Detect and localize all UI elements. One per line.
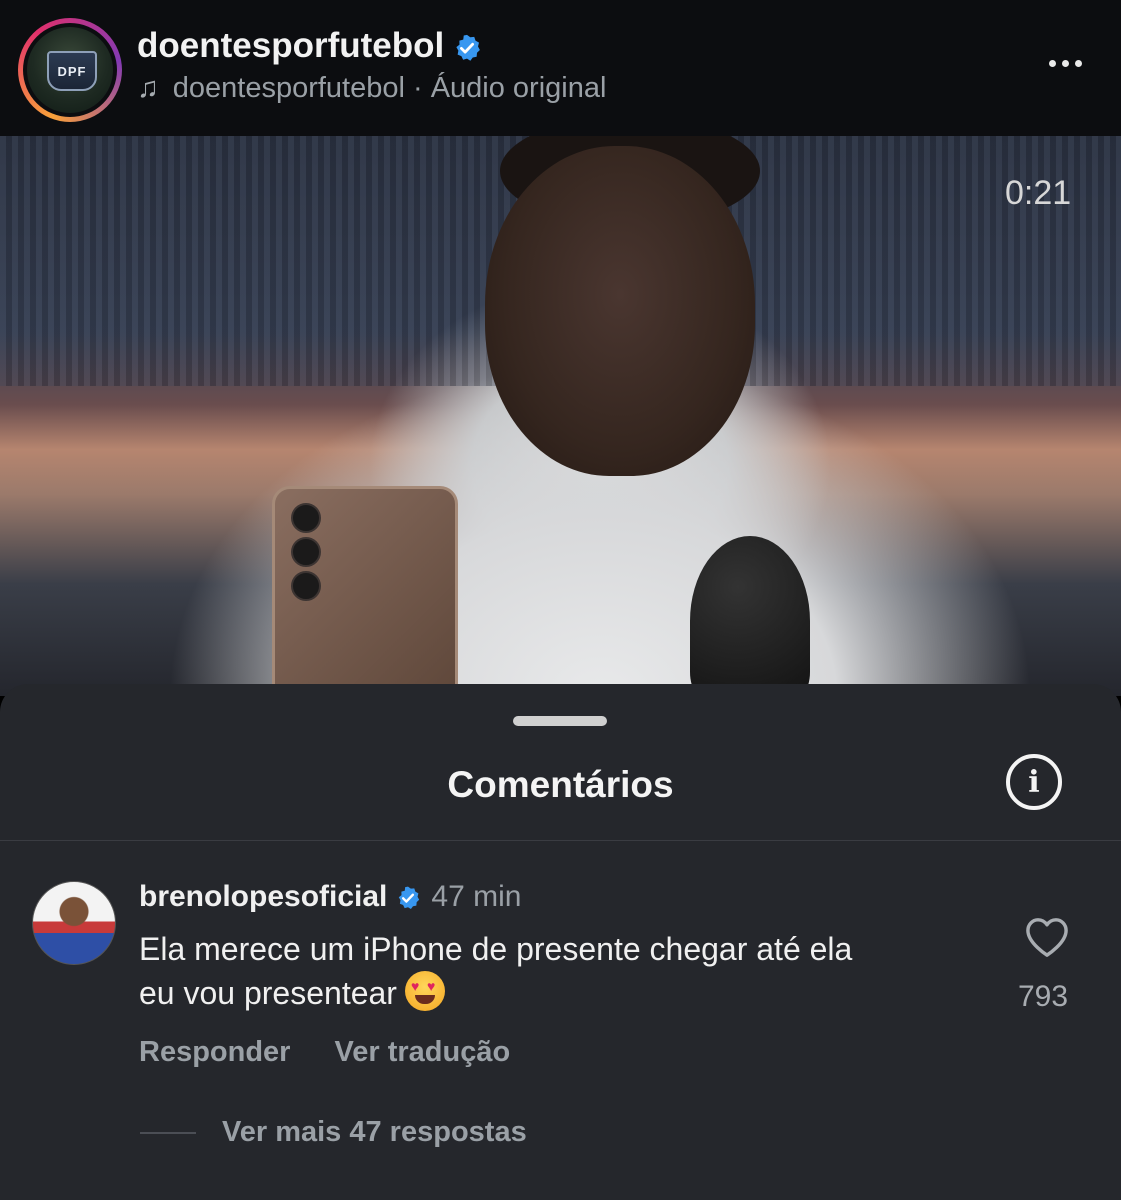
post-username[interactable]: doentesporfutebol [137, 26, 482, 66]
dpf-badge: DPF [47, 51, 97, 91]
comment-time: 47 min [431, 880, 522, 913]
like-count: 793 [1018, 980, 1069, 1013]
verified-badge-icon [456, 34, 481, 61]
music-note-icon: ♫ [137, 72, 159, 104]
comment-actions: Responder Ver tradução [139, 1036, 554, 1069]
verified-badge-icon [399, 886, 420, 910]
dpf-logo: DPF [27, 27, 113, 113]
comments-title: Comentários [447, 764, 674, 805]
commenter-username[interactable]: brenolopesoficial 47 min [139, 880, 521, 914]
video-timecode: 0:21 [1005, 174, 1072, 212]
audio-info[interactable]: ♫ doentesporfutebol · Áudio original [137, 72, 606, 105]
translate-button[interactable]: Ver tradução [334, 1036, 510, 1068]
heart-eyes-emoji-icon: ♥ ♥ [404, 971, 445, 1011]
divider [0, 840, 1121, 841]
reply-button[interactable]: Responder [139, 1036, 290, 1068]
smartphone [272, 486, 458, 696]
comments-sheet: Comentários i brenolopesoficial 47 min E… [0, 684, 1121, 1200]
commenter-avatar[interactable] [32, 881, 116, 965]
sheet-drag-handle[interactable] [513, 716, 607, 726]
replies-line [140, 1131, 196, 1134]
more-options-icon[interactable] [1040, 48, 1090, 78]
info-icon[interactable]: i [1006, 754, 1062, 810]
video-player[interactable]: 0:21 [0, 136, 1121, 696]
post-header: DPF doentesporfutebol ♫ doentesporfutebol… [0, 0, 1121, 136]
heart-icon[interactable] [1024, 916, 1070, 958]
athlete-face [485, 146, 755, 476]
microphone [690, 536, 810, 696]
view-more-replies-button[interactable]: Ver mais 47 respostas [140, 1116, 527, 1149]
profile-avatar[interactable]: DPF [18, 18, 122, 122]
comment-text: Ela merece um iPhone de presente chegar … [139, 931, 853, 1011]
